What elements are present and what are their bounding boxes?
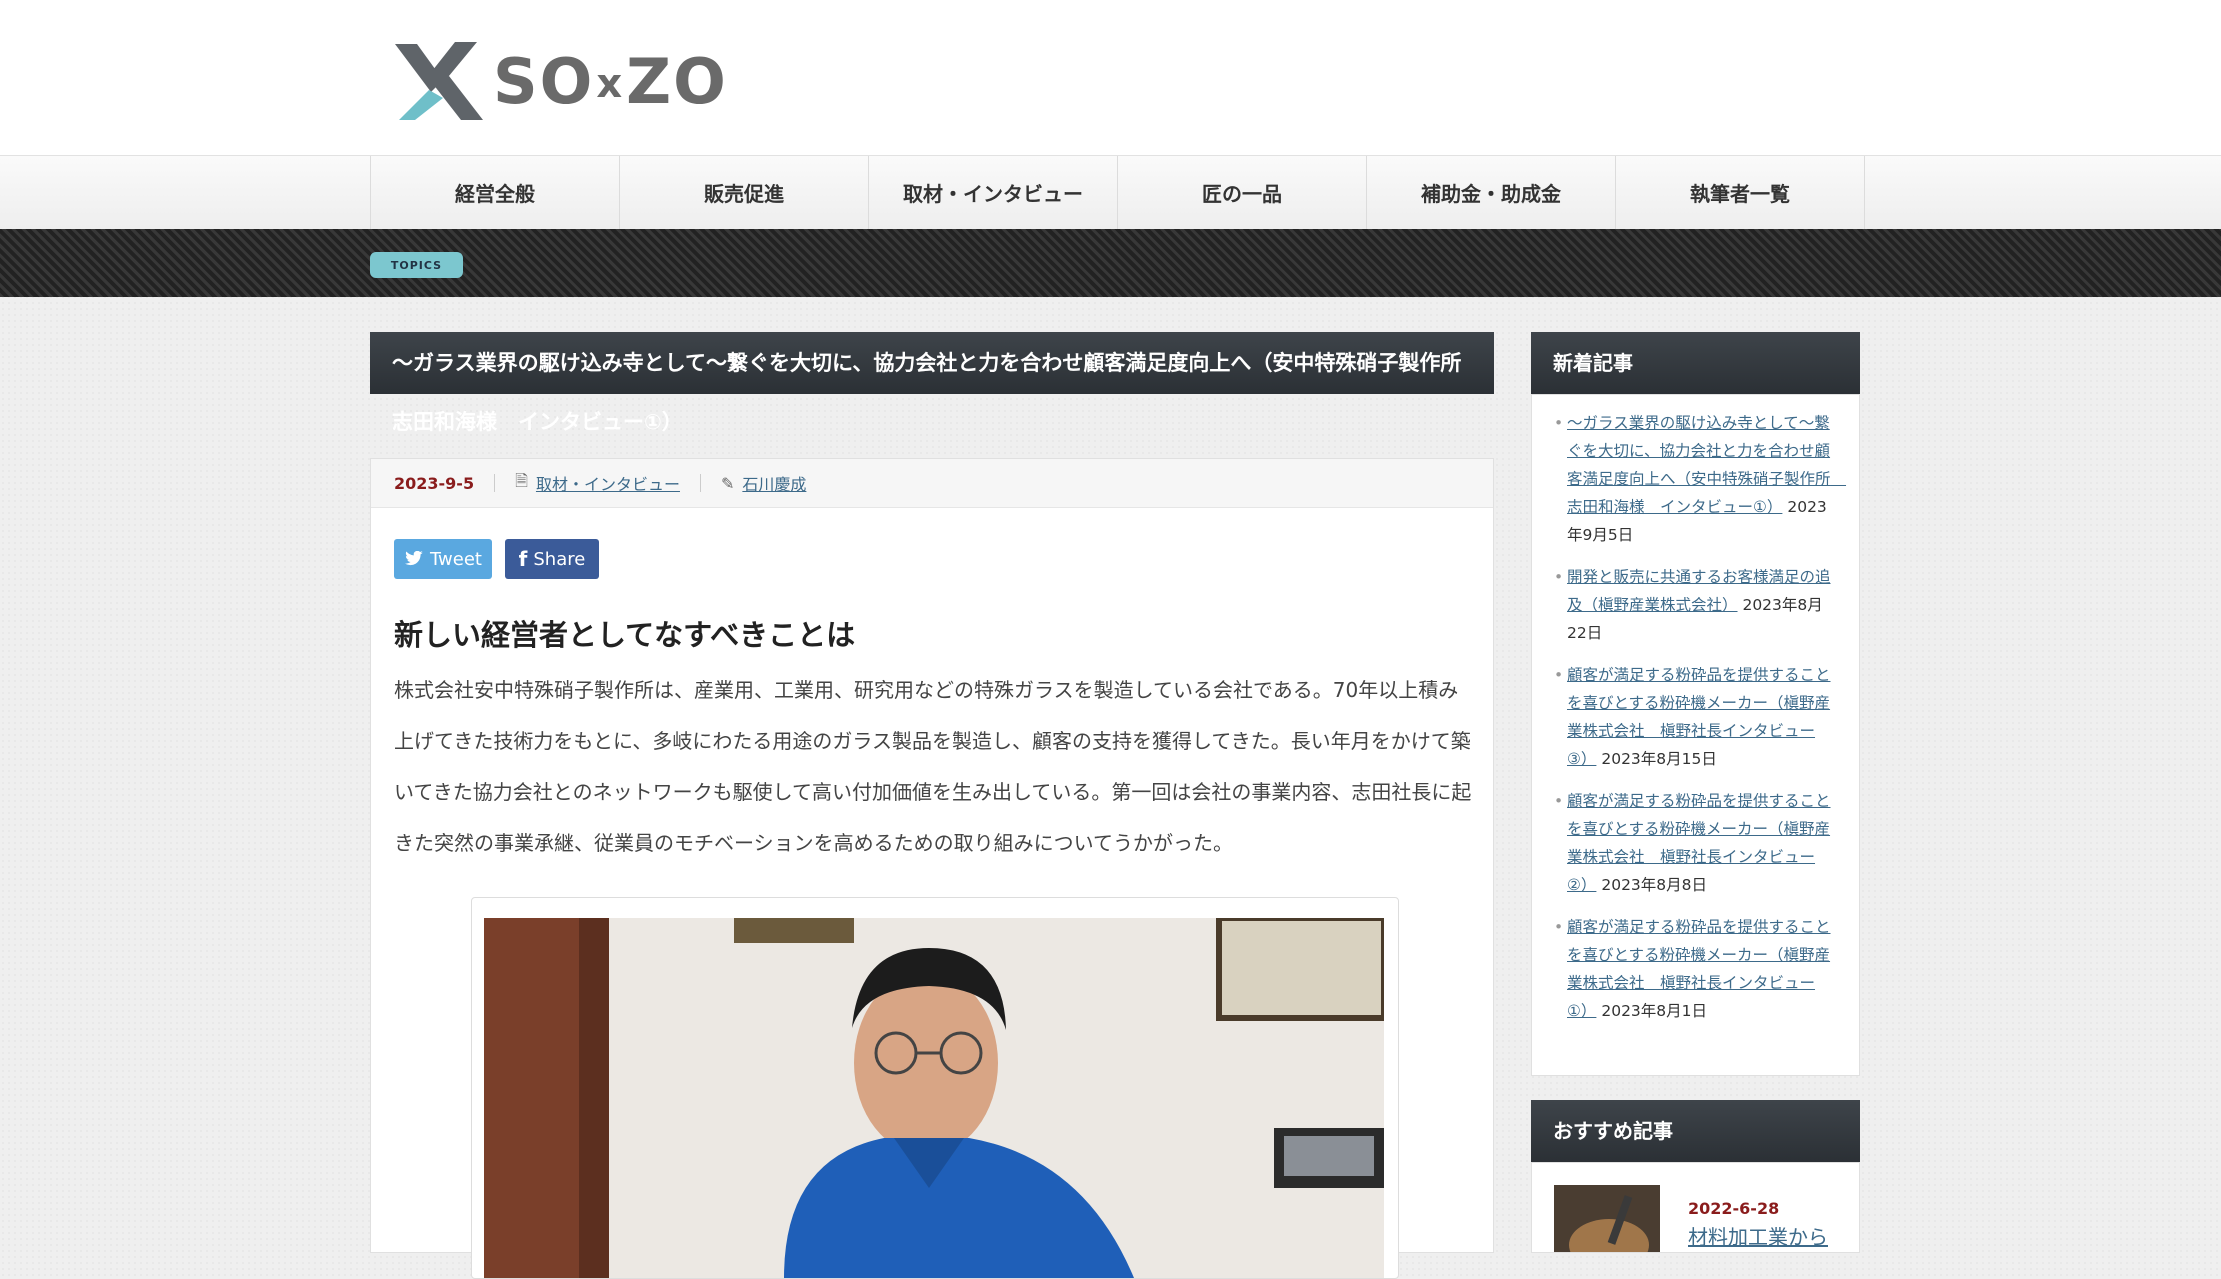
article-meta: 2023-9-5 🗎 取材・インタビュー ✎ 石川慶成 <box>371 459 1493 508</box>
list-item: ～ガラス業界の駆け込み寺として～繋ぐを大切に、協力会社と力を合わせ顧客満足度向上… <box>1554 409 1846 549</box>
article-lead-text: 株式会社安中特殊硝子製作所は、産業用、工業用、研究用などの特殊ガラスを製造してい… <box>394 678 1472 855</box>
recommended-title-link[interactable]: 材料加工業から <box>1688 1221 1828 1250</box>
meta-divider <box>494 474 496 492</box>
new-article-date: 2023年8月1日 <box>1601 1002 1708 1020</box>
share-label: Share <box>533 548 586 570</box>
main-nav: 経営全般 販売促進 取材・インタビュー 匠の一品 補助金・助成金 執筆者一覧 <box>0 155 2221 230</box>
nav-item-subsidy[interactable]: 補助金・助成金 <box>1367 156 1616 229</box>
tweet-label: Tweet <box>430 548 482 570</box>
sidebar-recommended-heading: おすすめ記事 <box>1531 1100 1860 1162</box>
tweet-button[interactable]: Tweet <box>394 539 492 579</box>
article-title-overflow: 志田和海様 インタビュー①） <box>392 410 683 434</box>
nav-item-craft[interactable]: 匠の一品 <box>1118 156 1367 229</box>
new-article-date: 2023年8月15日 <box>1601 750 1717 768</box>
facebook-f-icon: f <box>518 547 528 571</box>
pencil-icon: ✎ <box>720 473 735 493</box>
interview-photo-illustration <box>484 918 1384 1278</box>
sidebar-new-box: ～ガラス業界の駆け込み寺として～繋ぐを大切に、協力会社と力を合わせ顧客満足度向上… <box>1531 394 1860 1076</box>
interview-photo <box>484 918 1384 1278</box>
sidebar-recommended-box: 2022-6-28 材料加工業から <box>1531 1162 1860 1253</box>
list-item: 顧客が満足する粉砕品を提供することを喜びとする粉砕機メーカー（槇野産業株式会社 … <box>1554 913 1837 1025</box>
share-buttons: Tweet f Share <box>394 539 599 579</box>
sidebar-new-list: ～ガラス業界の駆け込み寺として～繋ぐを大切に、協力会社と力を合わせ顧客満足度向上… <box>1532 395 1859 1025</box>
list-item: 顧客が満足する粉砕品を提供することを喜びとする粉砕機メーカー（槇野産業株式会社 … <box>1554 661 1837 773</box>
facebook-share-button[interactable]: f Share <box>505 539 599 579</box>
document-icon: 🗎 <box>515 470 528 490</box>
sidebar-new-heading: 新着記事 <box>1531 332 1860 394</box>
recommended-thumbnail[interactable] <box>1554 1185 1660 1252</box>
article-date: 2023-9-5 <box>394 473 475 493</box>
article-title: ～ガラス業界の駆け込み寺として～繋ぐを大切に、協力会社と力を合わせ顧客満足度向上… <box>370 332 1494 394</box>
recommended-thumbnail-image <box>1554 1185 1660 1252</box>
recommended-date: 2022-6-28 <box>1688 1199 1780 1218</box>
new-article-date: 2023年8月8日 <box>1601 876 1708 894</box>
meta-divider <box>699 474 701 492</box>
logo-text: SOxZO <box>493 44 728 118</box>
list-item: 開発と販売に共通するお客様満足の追及（槇野産業株式会社） 2023年8月22日 <box>1554 563 1837 647</box>
article-author-link[interactable]: 石川慶成 <box>742 471 806 495</box>
topics-badge: TOPICS <box>370 252 463 278</box>
nav-item-interview[interactable]: 取材・インタビュー <box>869 156 1118 229</box>
article-figure <box>471 897 1399 1279</box>
logo-x-mark-icon <box>395 42 483 120</box>
article-section-heading: 新しい経営者としてなすべきことは <box>394 618 856 652</box>
article-category-link[interactable]: 取材・インタビュー <box>536 471 680 495</box>
twitter-bird-icon <box>404 551 423 566</box>
nav-item-sales-promotion[interactable]: 販売促進 <box>620 156 869 229</box>
topics-band: TOPICS <box>0 229 2221 297</box>
site-header: SOxZO <box>0 0 2221 155</box>
article-body: 2023-9-5 🗎 取材・インタビュー ✎ 石川慶成 Tweet f Shar… <box>370 458 1494 1279</box>
list-item: 顧客が満足する粉砕品を提供することを喜びとする粉砕機メーカー（槇野産業株式会社 … <box>1554 787 1837 899</box>
nav-item-authors[interactable]: 執筆者一覧 <box>1616 156 1865 229</box>
nav-item-management[interactable]: 経営全般 <box>371 156 620 229</box>
site-logo[interactable]: SOxZO <box>393 38 763 124</box>
